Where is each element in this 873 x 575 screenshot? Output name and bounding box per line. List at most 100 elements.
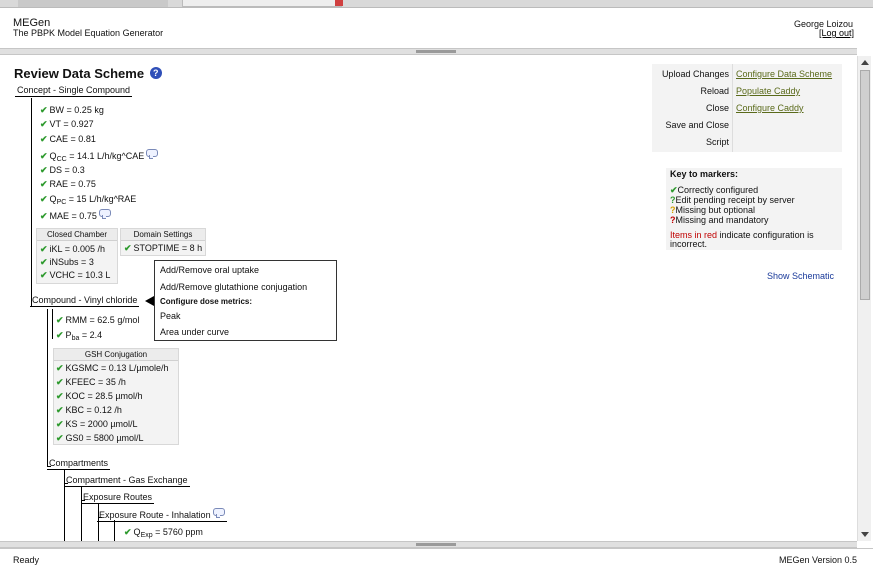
tree-node-compound[interactable]: Compound - Vinyl chloride: [30, 295, 140, 307]
close-icon[interactable]: [335, 0, 343, 6]
tree-node-exposure-routes[interactable]: Exposure Routes: [81, 492, 155, 504]
key-optional: ?Missing but optional: [670, 205, 756, 215]
param-ikl[interactable]: ✔ iKL = 0.005 /h: [40, 244, 105, 255]
bottom-splitter[interactable]: [0, 541, 857, 548]
divider: [732, 64, 733, 152]
check-icon: ✔: [124, 243, 132, 253]
check-icon: ✔: [40, 257, 48, 267]
param-kbc[interactable]: ✔ KBC = 0.12 /h: [56, 405, 122, 416]
version-text: MEGen Version 0.5: [778, 555, 857, 565]
check-icon: ✔: [40, 270, 48, 280]
tree-node-compartments[interactable]: Compartments: [47, 458, 111, 470]
menu-section-dose-metrics: Configure dose metrics:: [160, 297, 253, 306]
menu-item-auc[interactable]: Area under curve: [160, 327, 229, 337]
popup-pointer-icon: [145, 296, 154, 306]
param-insubs[interactable]: ✔ iNSubs = 3: [40, 257, 94, 268]
group-domain-settings: Domain Settings ✔ STOPTIME = 8 h: [120, 228, 206, 256]
status-text: Ready: [13, 555, 40, 565]
check-icon: ✔: [56, 377, 64, 387]
tree-line: [52, 309, 53, 339]
configure-caddy-link[interactable]: Configure Caddy: [736, 103, 804, 113]
check-icon: ✔: [124, 527, 132, 537]
close-button[interactable]: Close: [706, 103, 729, 113]
tree-node-exposure-inhalation[interactable]: Exposure Route - Inhalation: [97, 508, 227, 522]
param-ks[interactable]: ✔ KS = 2000 µmol/L: [56, 419, 138, 430]
comment-icon[interactable]: [146, 149, 159, 159]
check-icon: ✔: [56, 433, 64, 443]
scroll-down-icon[interactable]: [861, 532, 869, 537]
param-qcc[interactable]: ✔ QCC = 14.1 L/h/kg^CAE: [40, 149, 159, 163]
param-kgsmc[interactable]: ✔ KGSMC = 0.13 L/µmole/h: [56, 363, 169, 374]
param-qexp[interactable]: ✔ QExp = 5760 ppm: [124, 527, 203, 539]
check-icon: ✔: [56, 391, 64, 401]
check-icon: ✔: [40, 119, 48, 129]
check-icon: ✔: [56, 330, 64, 340]
param-mae[interactable]: ✔ MAE = 0.75: [40, 209, 111, 222]
check-icon: ✔: [40, 179, 48, 189]
page-title-text: Review Data Scheme: [14, 66, 145, 81]
splitter-grip[interactable]: [416, 50, 456, 53]
param-rmm[interactable]: ✔ RMM = 62.5 g/mol: [56, 315, 139, 326]
comment-icon[interactable]: [212, 508, 225, 518]
configure-data-scheme-link[interactable]: Configure Data Scheme: [736, 69, 832, 79]
check-icon: ✔: [40, 105, 48, 115]
browser-tab[interactable]: [18, 0, 168, 7]
group-gsh-conjugation: GSH Conjugation ✔ KGSMC = 0.13 L/µmole/h …: [53, 348, 179, 445]
param-stoptime[interactable]: ✔ STOPTIME = 8 h: [124, 243, 202, 254]
param-vchc[interactable]: ✔ VCHC = 10.3 L: [40, 270, 110, 281]
splitter-grip[interactable]: [416, 543, 456, 546]
menu-item-glutathione[interactable]: Add/Remove glutathione conjugation: [160, 282, 307, 292]
check-icon: ✔: [56, 363, 64, 373]
upload-changes-button[interactable]: Upload Changes: [662, 69, 729, 79]
param-koc[interactable]: ✔ KOC = 28.5 µmol/h: [56, 391, 143, 402]
scroll-up-icon[interactable]: [861, 60, 869, 65]
browser-tab-active[interactable]: [182, 0, 342, 7]
app-header: MEGen The PBPK Model Equation Generator …: [0, 8, 873, 48]
param-gs0[interactable]: ✔ GS0 = 5800 µmol/L: [56, 433, 144, 444]
show-schematic-link[interactable]: Show Schematic: [767, 271, 834, 281]
save-and-close-button[interactable]: Save and Close: [665, 120, 729, 130]
param-ds[interactable]: ✔ DS = 0.3: [40, 165, 85, 176]
tree-node-compartment-gas-exchange[interactable]: Compartment - Gas Exchange: [64, 475, 190, 487]
app-subtitle: The PBPK Model Equation Generator: [13, 28, 164, 38]
scroll-thumb[interactable]: [860, 70, 870, 300]
populate-caddy-link[interactable]: Populate Caddy: [736, 86, 800, 96]
param-kfeec[interactable]: ✔ KFEEC = 35 /h: [56, 377, 126, 388]
menu-item-oral-uptake[interactable]: Add/Remove oral uptake: [160, 265, 259, 275]
reload-button[interactable]: Reload: [700, 86, 729, 96]
check-icon: ✔: [56, 405, 64, 415]
param-vt[interactable]: ✔ VT = 0.927: [40, 119, 94, 130]
param-cae[interactable]: ✔ CAE = 0.81: [40, 134, 96, 145]
group-closed-chamber: Closed Chamber ✔ iKL = 0.005 /h ✔ iNSubs =…: [36, 228, 118, 284]
help-icon[interactable]: ?: [149, 67, 162, 79]
check-icon: ✔: [56, 315, 64, 325]
script-button[interactable]: Script: [706, 137, 729, 147]
key-pending: ?Edit pending receipt by server: [670, 195, 795, 205]
vertical-scrollbar[interactable]: [857, 56, 871, 541]
comment-icon[interactable]: [98, 209, 111, 219]
logout-link[interactable]: [Log out]: [819, 28, 854, 38]
param-pba[interactable]: ✔ Pba = 2.4: [56, 330, 102, 342]
check-icon: ✔: [40, 211, 48, 221]
context-menu: Add/Remove oral uptake Add/Remove glutat…: [154, 260, 337, 341]
check-icon: ✔: [40, 244, 48, 254]
group-title: GSH Conjugation: [54, 349, 178, 361]
check-icon: ✔: [40, 134, 48, 144]
tree-line: [114, 520, 115, 541]
key-title: Key to markers:: [670, 169, 739, 179]
page-title: Review Data Scheme ?: [14, 66, 162, 81]
top-splitter[interactable]: [0, 48, 857, 55]
markers-key: Key to markers: ✔Correctly configured ?E…: [666, 168, 842, 250]
param-qpc[interactable]: ✔ QPC = 15 L/h/kg^RAE: [40, 194, 136, 206]
check-icon: ✔: [56, 419, 64, 429]
key-red-note-2: incorrect.: [670, 239, 708, 249]
main-content: Review Data Scheme ? Concept - Single Co…: [0, 56, 857, 541]
browser-tab-strip: [0, 0, 873, 8]
param-rae[interactable]: ✔ RAE = 0.75: [40, 179, 96, 190]
status-bar: Ready MEGen Version 0.5: [0, 548, 873, 575]
check-icon: ✔: [40, 194, 48, 204]
menu-item-peak[interactable]: Peak: [160, 311, 181, 321]
group-title: Domain Settings: [121, 229, 205, 241]
param-bw[interactable]: ✔ BW = 0.25 kg: [40, 105, 104, 116]
tree-node-concept[interactable]: Concept - Single Compound: [15, 85, 133, 97]
